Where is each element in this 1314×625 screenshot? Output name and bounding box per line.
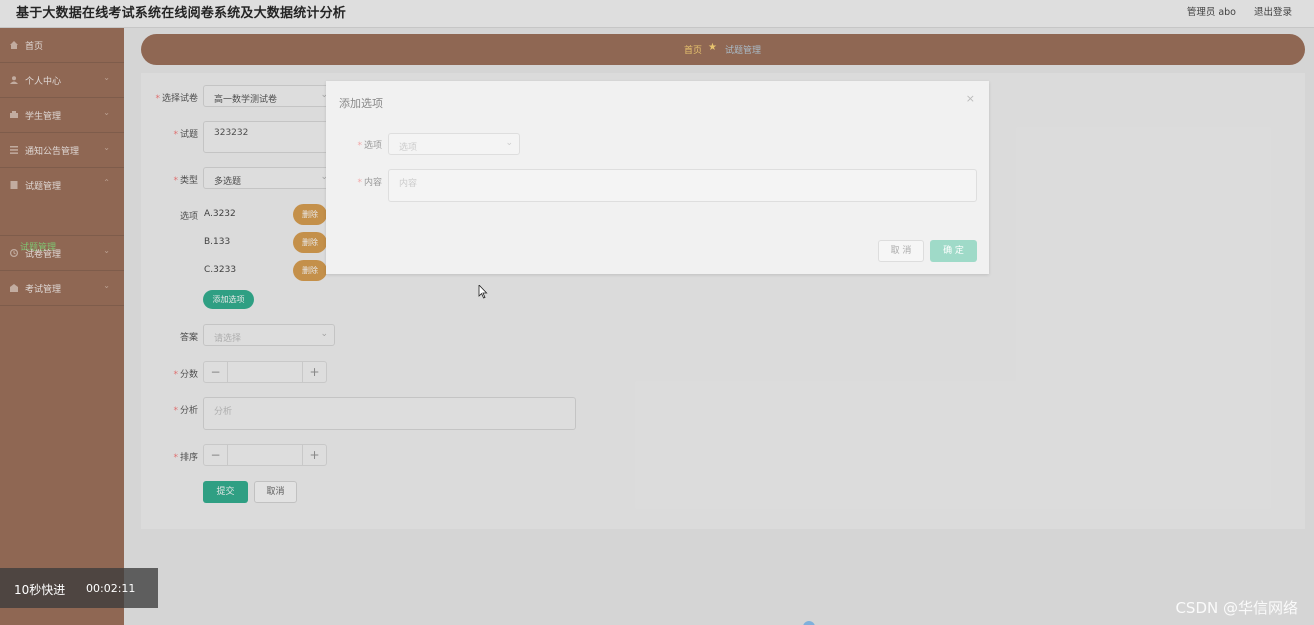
mouse-cursor-icon	[478, 285, 488, 299]
dialog-option-placeholder: 选项	[399, 143, 418, 153]
dialog-option-label: * 选项	[357, 141, 382, 151]
dialog-content-textarea[interactable]: 内容	[388, 169, 977, 202]
chevron-down-icon: ⌄	[505, 138, 513, 148]
video-overlay: 10秒快进 00:02:11	[0, 568, 158, 608]
fast-forward-label[interactable]: 10秒快进	[14, 581, 65, 598]
dialog-title: 添加选项	[339, 97, 383, 110]
watermark: CSDN @华信网络	[1175, 599, 1298, 617]
dialog-option-select[interactable]: 选项 ⌄	[388, 133, 520, 155]
video-timestamp: 00:02:11	[86, 582, 136, 595]
add-option-dialog: 添加选项 × * 选项 选项 ⌄ * 内容 内容 取 消 确 定	[326, 81, 989, 274]
dialog-content-placeholder: 内容	[399, 179, 418, 189]
close-icon[interactable]: ×	[966, 92, 975, 105]
dialog-content-label: * 内容	[357, 178, 382, 188]
dialog-confirm-button[interactable]: 确 定	[930, 240, 977, 262]
dialog-cancel-button[interactable]: 取 消	[878, 240, 924, 262]
